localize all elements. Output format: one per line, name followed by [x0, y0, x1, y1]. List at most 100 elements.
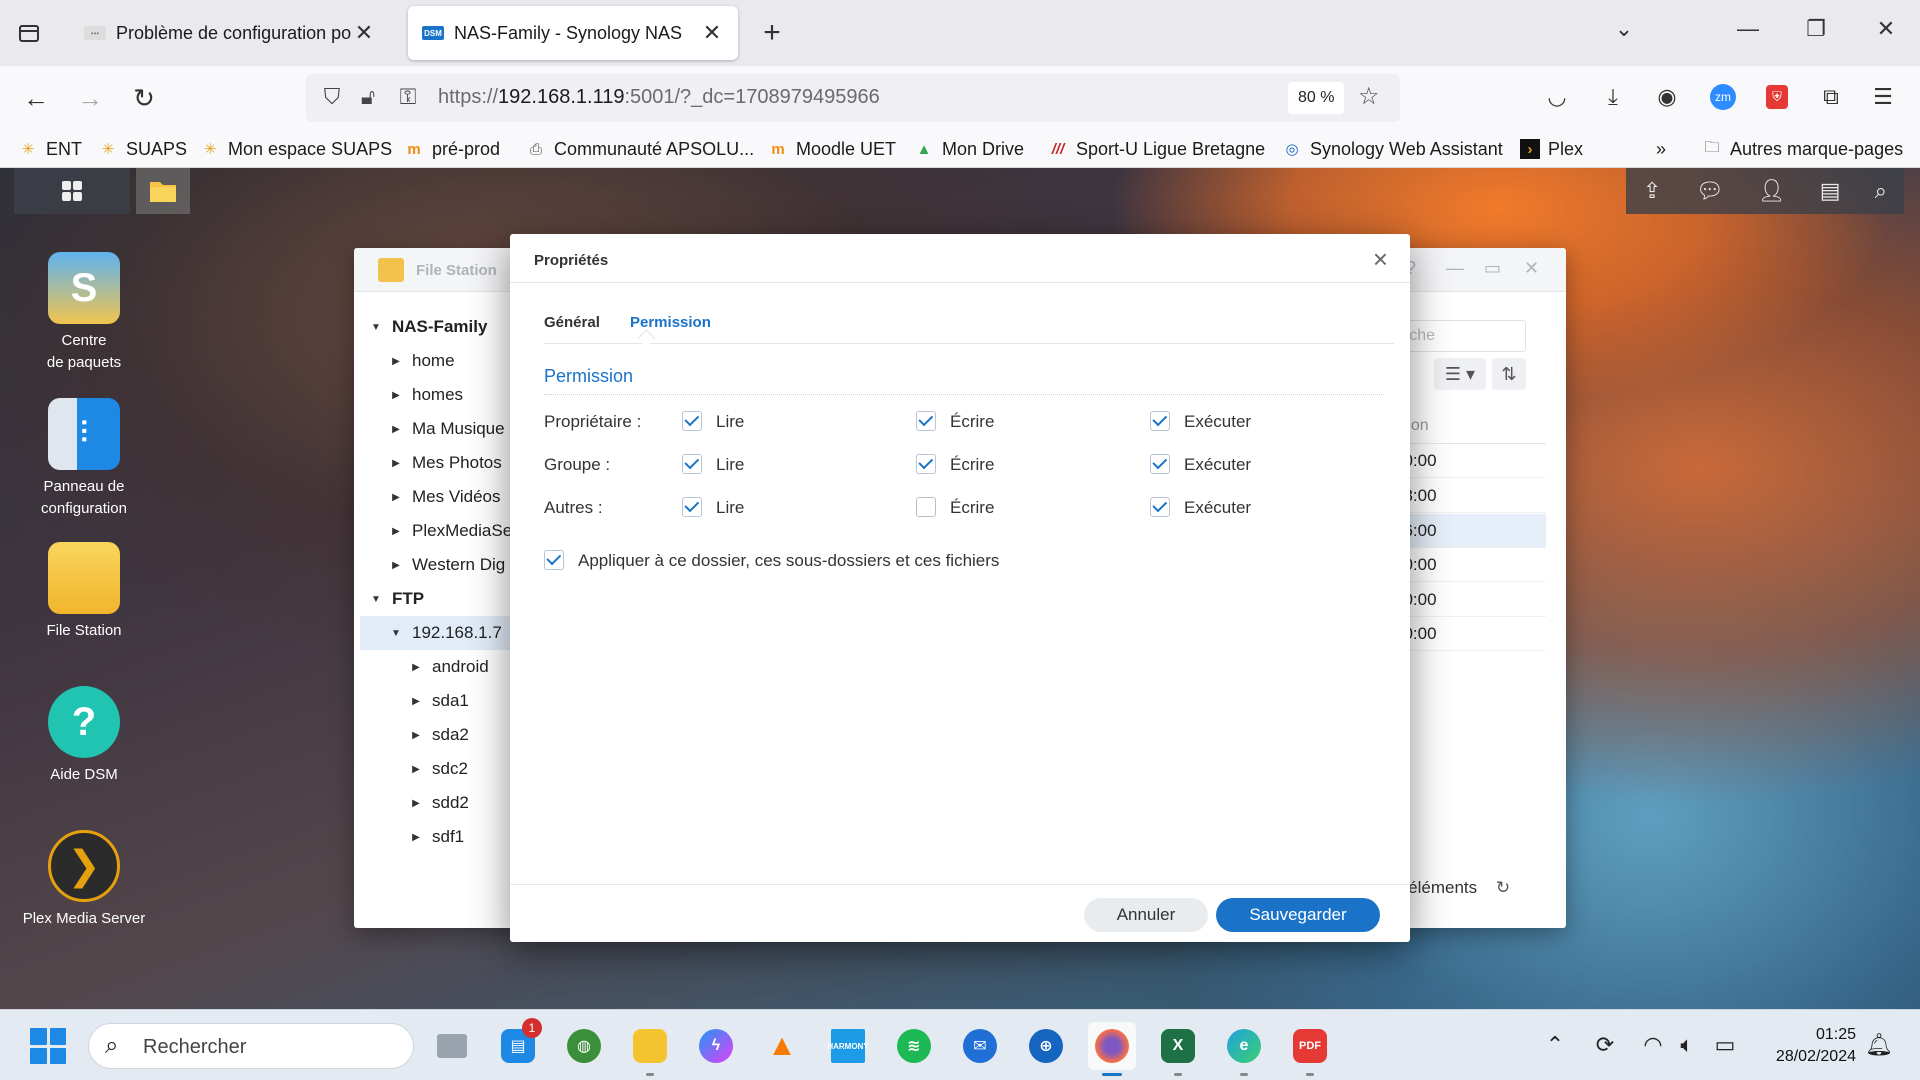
shield-icon[interactable]: ⛉: [318, 84, 346, 110]
chevron-up-icon[interactable]: ⌃: [1540, 1032, 1570, 1058]
expanded-arrow-icon[interactable]: ▼: [388, 628, 404, 639]
taskbar-app-excel[interactable]: X: [1154, 1022, 1202, 1076]
reload-icon[interactable]: ↻: [126, 80, 162, 116]
taskbar-app-pdf[interactable]: PDF: [1286, 1022, 1334, 1076]
widgets-icon[interactable]: ▤: [1820, 178, 1841, 204]
notification-bell-icon[interactable]: 🔔︎: [1864, 1032, 1894, 1058]
sort-icon[interactable]: ⇅: [1492, 358, 1526, 390]
tree-node[interactable]: ▶ Ma Musique: [368, 412, 518, 446]
chat-bubble-icon[interactable]: 💬︎: [1696, 178, 1724, 204]
owner-write-checkbox[interactable]: [916, 411, 936, 431]
bookmark-mon-drive[interactable]: ▲ Mon Drive: [914, 136, 1024, 162]
tree-node-ftp-host[interactable]: ▼ 192.168.1.7: [360, 616, 518, 650]
address-bar[interactable]: ⛉ 🔓︎ ⚿ https://192.168.1.119:5001/?_dc=1…: [306, 74, 1400, 122]
close-tab-icon[interactable]: ✕: [352, 20, 376, 46]
tree-node[interactable]: ▶ sdd2: [368, 786, 518, 820]
bookmark-suaps[interactable]: ✳ SUAPS: [98, 136, 187, 162]
tree-node[interactable]: ▶ android: [368, 650, 518, 684]
owner-exec-checkbox[interactable]: [1150, 411, 1170, 431]
browser-tab-forum[interactable]: ••• Problème de configuration pour ✕: [70, 6, 390, 60]
collapsed-arrow-icon[interactable]: ▶: [408, 696, 424, 707]
tree-node[interactable]: ▶ sdf1: [368, 820, 518, 854]
window-close-icon[interactable]: ✕: [1866, 16, 1906, 42]
permissions-key-icon[interactable]: ⚿: [394, 84, 422, 110]
collapsed-arrow-icon[interactable]: ▶: [408, 832, 424, 843]
tree-node[interactable]: ▶ home: [368, 344, 518, 378]
taskbar-app-edge[interactable]: e: [1220, 1022, 1268, 1076]
collapsed-arrow-icon[interactable]: ▶: [388, 424, 404, 435]
other-bookmarks[interactable]: 🗀︎ Autres marque-pages: [1702, 136, 1903, 162]
taskbar-app-spotify[interactable]: ≋: [890, 1022, 938, 1070]
tab-overflow-chevron-icon[interactable]: ⌄: [1604, 16, 1644, 42]
browser-tab-dsm[interactable]: DSM NAS-Family - Synology NAS ✕: [408, 6, 738, 60]
table-row-selected[interactable]: 56:00: [1394, 514, 1546, 548]
taskbar-app-harmony[interactable]: HARMONY: [824, 1022, 872, 1070]
zoom-level-badge[interactable]: 80 %: [1288, 82, 1345, 114]
collapsed-arrow-icon[interactable]: ▶: [408, 798, 424, 809]
tree-node[interactable]: ▶ sda1: [368, 684, 518, 718]
bookmarks-overflow-icon[interactable]: »: [1656, 136, 1666, 162]
taskbar-app-explorer[interactable]: [626, 1022, 674, 1076]
table-row[interactable]: 43:00: [1394, 479, 1546, 513]
tab-list-icon[interactable]: [14, 18, 44, 48]
tree-node-ftp[interactable]: ▼ FTP: [368, 582, 518, 616]
apply-recursive-checkbox[interactable]: [544, 550, 564, 570]
close-icon[interactable]: ×: [1373, 244, 1388, 275]
others-write-checkbox[interactable]: [916, 497, 936, 517]
table-row[interactable]: 00:00: [1394, 444, 1546, 478]
taskbar-app-thunderbird[interactable]: ✉: [956, 1022, 1004, 1070]
group-exec-checkbox[interactable]: [1150, 454, 1170, 474]
wifi-icon[interactable]: ◠: [1638, 1032, 1668, 1058]
back-arrow-icon[interactable]: ←: [18, 80, 54, 116]
desktop-icon-dsm-help[interactable]: ? Aide DSM: [10, 686, 158, 786]
pocket-icon[interactable]: ◡: [1540, 80, 1574, 114]
table-row[interactable]: 00:00: [1394, 583, 1546, 617]
desktop-icon-file-station[interactable]: File Station: [10, 542, 158, 642]
close-tab-icon[interactable]: ✕: [700, 20, 724, 46]
zoom-extension-icon[interactable]: zm: [1706, 80, 1740, 114]
search-input[interactable]: erche: [1394, 320, 1526, 352]
bookmark-synology-web-assistant[interactable]: ◎ Synology Web Assistant: [1282, 136, 1502, 162]
restore-icon[interactable]: ❐: [1796, 16, 1836, 42]
column-header-modified[interactable]: ation: [1394, 408, 1546, 444]
upload-icon[interactable]: ⇪: [1643, 178, 1661, 204]
bookmark-mon-espace-suaps[interactable]: ✳ Mon espace SUAPS: [200, 136, 392, 162]
main-menu-button[interactable]: [14, 168, 130, 214]
bookmark-pre-prod[interactable]: m pré-prod: [404, 136, 500, 162]
tree-node[interactable]: ▶ sda2: [368, 718, 518, 752]
bookmark-ent[interactable]: ✳ ENT: [18, 136, 82, 162]
taskbar-app-firefox[interactable]: [1088, 1022, 1136, 1076]
taskbar-app-magnifier[interactable]: ⊕: [1022, 1022, 1070, 1070]
bookmark-plex[interactable]: › Plex: [1520, 136, 1583, 162]
lock-warning-icon[interactable]: 🔓︎: [354, 84, 382, 110]
group-read-checkbox[interactable]: [682, 454, 702, 474]
collapsed-arrow-icon[interactable]: ▶: [388, 390, 404, 401]
tree-node[interactable]: ▶ homes: [368, 378, 518, 412]
downloads-icon[interactable]: ⤓: [1596, 80, 1630, 114]
expanded-arrow-icon[interactable]: ▼: [368, 594, 384, 605]
tree-node[interactable]: ▶ PlexMediaSe: [368, 514, 518, 548]
view-mode-list-icon[interactable]: ☰ ▾: [1434, 358, 1486, 390]
collapsed-arrow-icon[interactable]: ▶: [408, 764, 424, 775]
taskbar-app-messenger[interactable]: ϟ: [692, 1022, 740, 1070]
tree-node[interactable]: ▶ sdc2: [368, 752, 518, 786]
clock[interactable]: 01:25 28/02/2024: [1752, 1024, 1856, 1068]
url-text[interactable]: https://192.168.1.119:5001/?_dc=17089794…: [438, 86, 880, 109]
collapsed-arrow-icon[interactable]: ▶: [388, 356, 404, 367]
tree-node[interactable]: ▶ Mes Vidéos: [368, 480, 518, 514]
tab-general[interactable]: Général: [544, 314, 600, 331]
bookmark-communaute-apsolu[interactable]: ⎙ Communauté APSOLU...: [526, 136, 754, 162]
menu-hamburger-icon[interactable]: ☰: [1866, 80, 1900, 114]
desktop-icon-plex[interactable]: ❯ Plex Media Server: [10, 830, 158, 930]
desktop-icon-package-center[interactable]: S Centre de paquets: [10, 252, 158, 374]
bookmark-star-icon[interactable]: ☆: [1358, 82, 1380, 111]
collapsed-arrow-icon[interactable]: ▶: [388, 560, 404, 571]
tab-permission[interactable]: Permission: [630, 314, 711, 331]
collapsed-arrow-icon[interactable]: ▶: [408, 662, 424, 673]
volume-icon[interactable]: 🔈︎: [1672, 1032, 1702, 1058]
new-tab-button[interactable]: +: [756, 16, 788, 50]
battery-icon[interactable]: ▭: [1710, 1032, 1740, 1058]
desktop-icon-control-panel[interactable]: ⫶ Panneau de configuration: [10, 398, 158, 520]
table-row[interactable]: 00:00: [1394, 617, 1546, 651]
collapsed-arrow-icon[interactable]: ▶: [388, 492, 404, 503]
